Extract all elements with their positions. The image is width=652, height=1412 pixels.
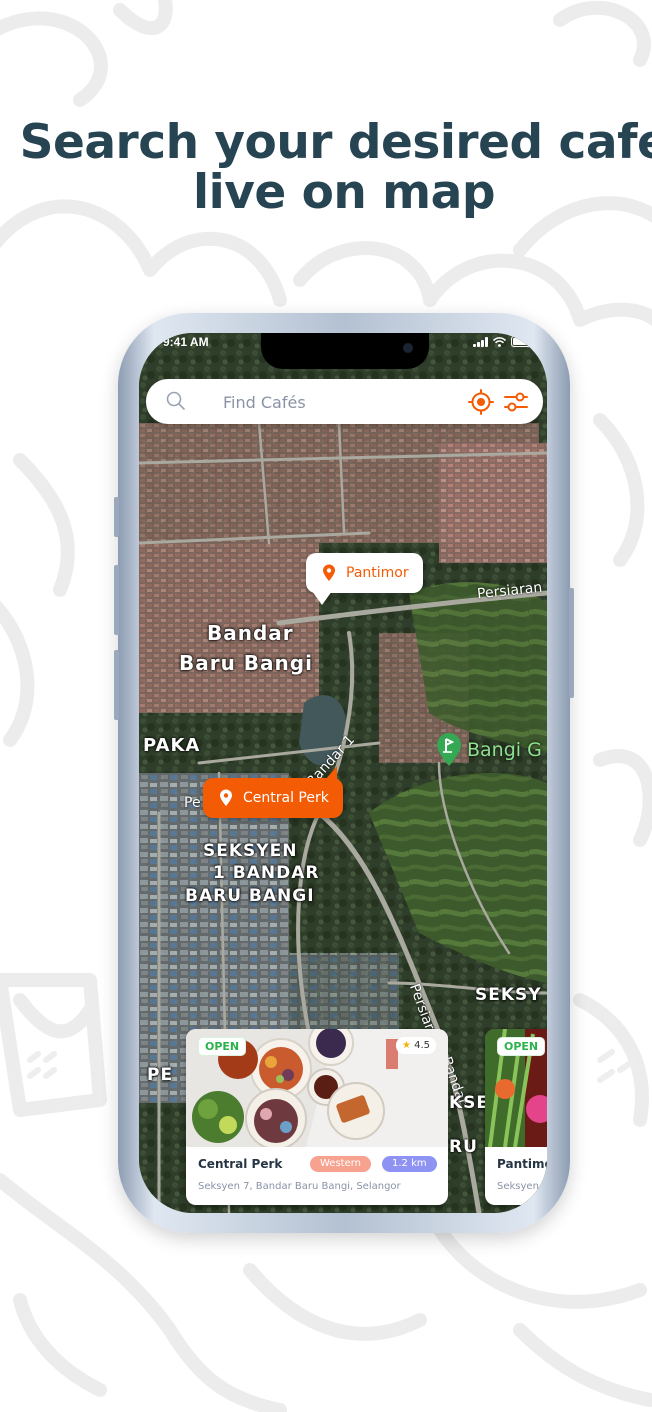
map-label-seksyen: SEKSYEN bbox=[203, 841, 298, 861]
headline-line-2: live on map bbox=[192, 165, 496, 220]
sliders-icon[interactable] bbox=[502, 388, 530, 416]
road-label-pe: Pe bbox=[184, 795, 201, 811]
marker-tail bbox=[312, 591, 332, 605]
status-badge: OPEN bbox=[198, 1037, 247, 1056]
marker-label: Central Perk bbox=[243, 790, 329, 806]
map-marker-central-perk[interactable]: Central Perk bbox=[203, 778, 343, 818]
rating-badge: ★ 4.5 bbox=[395, 1037, 436, 1054]
signal-icon bbox=[473, 336, 488, 347]
cafe-card-pantimor[interactable]: OPEN Pantimo Seksyen bbox=[485, 1029, 547, 1205]
status-time: 9:41 AM bbox=[163, 335, 209, 349]
map-marker-pantimor[interactable]: Pantimor bbox=[306, 553, 423, 593]
distance-tag: 1.2 km bbox=[382, 1156, 437, 1172]
cafe-name: Central Perk bbox=[198, 1157, 283, 1171]
search-bar bbox=[146, 379, 543, 424]
map-label-baru-bangi: Baru Bangi bbox=[179, 651, 313, 675]
star-icon: ★ bbox=[401, 1040, 411, 1051]
battery-icon bbox=[511, 336, 533, 347]
rating-value: 4.5 bbox=[414, 1040, 430, 1051]
phone-screen: 9:41 AM Bandar Baru Bangi PAKA bbox=[139, 333, 547, 1213]
cafe-card-central-perk[interactable]: OPEN ★ 4.5 Central Perk Western 1.2 km S… bbox=[186, 1029, 448, 1205]
map-label-bandar: Bandar bbox=[207, 621, 294, 645]
cafe-name: Pantimo bbox=[497, 1157, 547, 1171]
headline-line-1: Search your desired cafe bbox=[19, 115, 652, 170]
search-input[interactable] bbox=[221, 387, 445, 417]
map-label-baru-bangi-2: BARU BANGI bbox=[185, 886, 315, 906]
wifi-icon bbox=[493, 336, 506, 347]
map-label-kse: KSE bbox=[449, 1093, 490, 1113]
map-label-pe: PE bbox=[147, 1065, 174, 1085]
status-badge: OPEN bbox=[497, 1037, 546, 1056]
location-pin-icon bbox=[323, 564, 335, 581]
front-camera bbox=[403, 343, 413, 353]
phone-volume-down-button bbox=[114, 650, 119, 720]
phone-volume-up-button bbox=[114, 565, 119, 635]
location-pin-icon bbox=[220, 789, 232, 806]
cafe-address: Seksyen 7, Bandar Baru Bangi, Selangor bbox=[198, 1181, 401, 1192]
phone-notch bbox=[261, 333, 429, 369]
marker-tail bbox=[325, 766, 337, 780]
map-label-seksy: SEKSY bbox=[475, 985, 542, 1005]
map-label-paka: PAKA bbox=[143, 735, 201, 756]
headline: Search your desired cafe live on map bbox=[0, 118, 652, 218]
poi-golf-label: Bangi G bbox=[467, 739, 542, 761]
map-label-1-bandar: 1 BANDAR bbox=[213, 863, 320, 883]
cafe-address: Seksyen bbox=[497, 1181, 539, 1192]
map-label-ru: RU bbox=[449, 1137, 478, 1157]
search-icon bbox=[166, 391, 185, 410]
poi-golf[interactable]: Bangi G bbox=[435, 733, 542, 767]
phone-power-button bbox=[569, 588, 574, 698]
cuisine-tag: Western bbox=[310, 1156, 372, 1172]
status-icons bbox=[473, 336, 533, 347]
golf-pin-icon bbox=[437, 733, 461, 766]
phone-side-button bbox=[114, 497, 119, 537]
crosshair-icon[interactable] bbox=[468, 389, 494, 415]
marker-label: Pantimor bbox=[346, 565, 409, 581]
